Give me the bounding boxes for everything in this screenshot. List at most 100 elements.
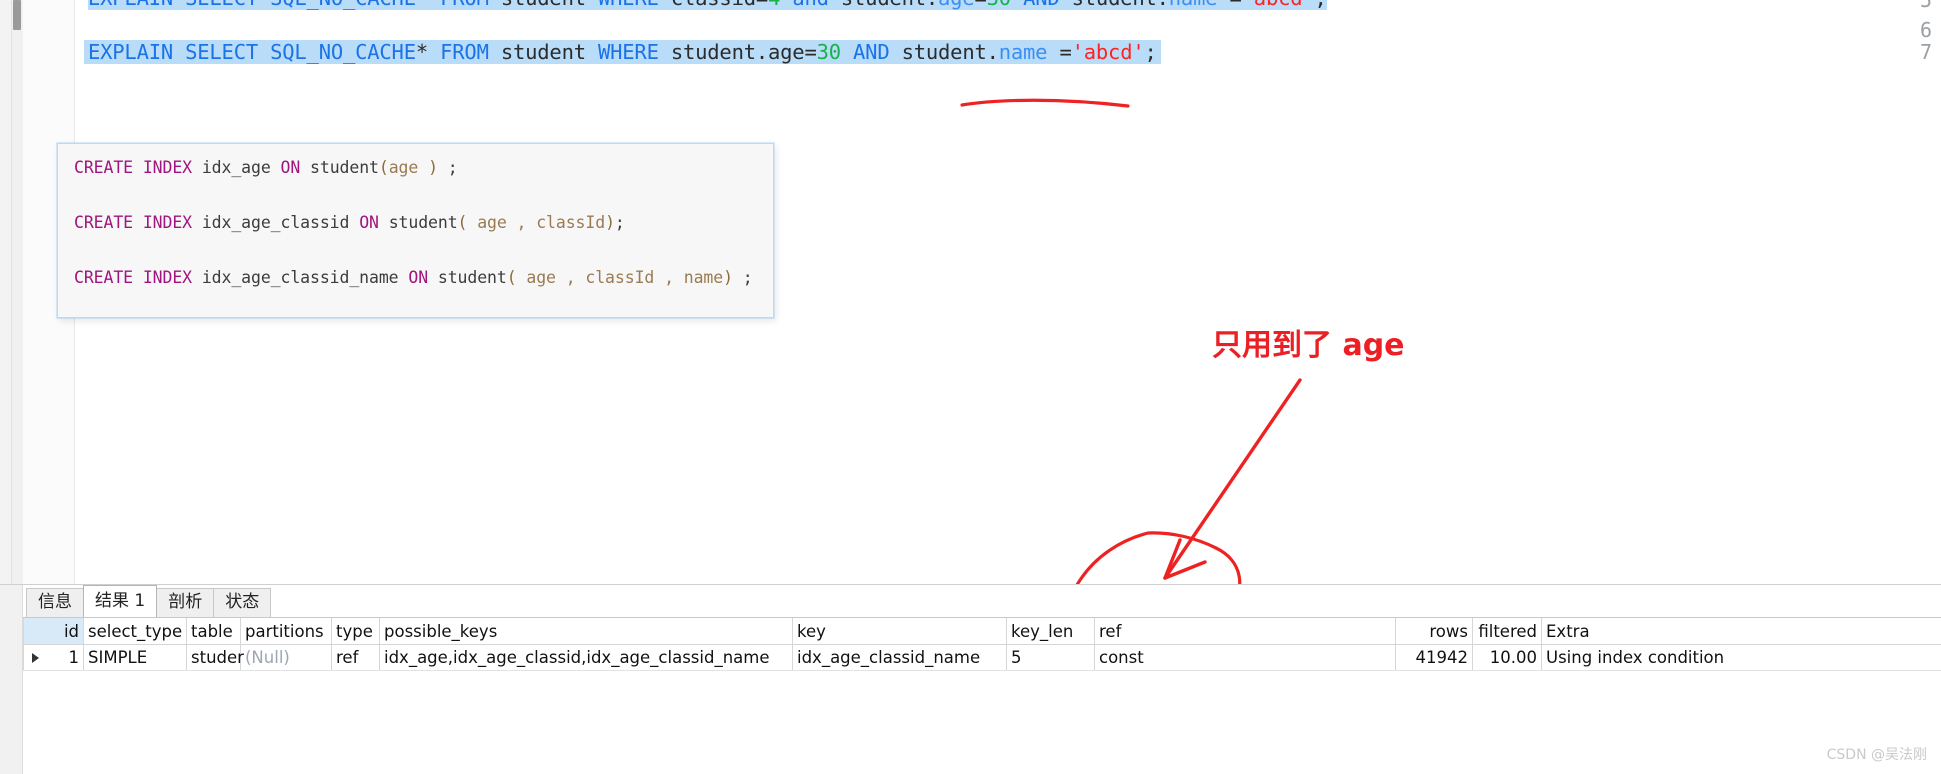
sql-token: ): [605, 213, 615, 232]
create-index-statement-1: CREATE INDEX idx_age ON student(age ) ;: [74, 158, 458, 177]
line-number-5: 5: [1886, 0, 1932, 12]
create-index-statement-2: CREATE INDEX idx_age_classid ON student(…: [74, 213, 625, 232]
sql-token: idx_age: [202, 158, 281, 177]
column-header-key[interactable]: key: [793, 618, 1007, 644]
cell-possible_keys[interactable]: idx_age,idx_age_classid,idx_age_classid_…: [380, 645, 793, 670]
cell-ref[interactable]: const: [1095, 645, 1396, 670]
code-token: EXPLAIN SELECT SQL_NO_CACHE: [88, 40, 416, 64]
code-token: name: [999, 40, 1060, 64]
results-tab-0[interactable]: 信息: [26, 588, 84, 617]
results-tab-3[interactable]: 状态: [213, 588, 271, 617]
column-header-key_len[interactable]: key_len: [1007, 618, 1095, 644]
code-token: ;: [1315, 0, 1327, 10]
results-tab-1[interactable]: 结果 1: [83, 585, 157, 617]
sql-token: (: [507, 268, 527, 287]
code-token: 30: [987, 0, 1011, 10]
sql-token: ON: [281, 158, 311, 177]
watermark: CSDN @吴法刚: [1827, 744, 1927, 764]
results-tab-bar[interactable]: 信息结果 1剖析状态: [26, 587, 270, 617]
code-text-line-5: EXPLAIN SELECT SQL_NO_CACHE* FROM studen…: [88, 0, 1327, 10]
explain-result-grid[interactable]: idselect_typetablepartitionstypepossible…: [23, 617, 1941, 774]
column-header-rows[interactable]: rows: [1396, 618, 1473, 644]
sql-token: ;: [438, 158, 458, 177]
code-token: age: [768, 40, 804, 64]
code-token: =: [756, 0, 768, 10]
code-token: and: [780, 0, 841, 10]
cell-key[interactable]: idx_age_classid_name: [793, 645, 1007, 670]
code-token: *: [416, 40, 440, 64]
cell-rows[interactable]: 41942: [1396, 645, 1473, 670]
row-selector-cell[interactable]: [23, 645, 24, 670]
sql-token: age: [389, 158, 428, 177]
grid-header-row: idselect_typetablepartitionstypepossible…: [23, 618, 1941, 645]
column-header-type[interactable]: type: [332, 618, 380, 644]
sql-editor[interactable]: 5 EXPLAIN SELECT SQL_NO_CACHE* FROM stud…: [0, 0, 1941, 584]
results-tab-2[interactable]: 剖析: [156, 588, 214, 617]
code-token: student: [501, 0, 598, 10]
editor-scrollbar-track[interactable]: [12, 0, 23, 584]
code-token: student.: [841, 0, 938, 10]
null-value: (Null): [245, 648, 290, 667]
editor-line-5[interactable]: 5 EXPLAIN SELECT SQL_NO_CACHE* FROM stud…: [0, 0, 1941, 16]
sql-token: idx_age_classid: [202, 213, 359, 232]
grid-corner-cell: [23, 618, 24, 644]
cell-table[interactable]: studer: [187, 645, 241, 670]
code-token: =: [1059, 40, 1071, 64]
sql-token: student: [310, 158, 379, 177]
table-row[interactable]: 1SIMPLEstuder(Null)refidx_age,idx_age_cl…: [23, 645, 1941, 671]
create-index-panel: CREATE INDEX idx_age ON student(age ) ; …: [57, 143, 774, 318]
code-token: student: [501, 40, 598, 64]
sql-token: ;: [733, 268, 753, 287]
code-token: 'abcd': [1072, 40, 1145, 64]
line-number-6: 6: [1886, 18, 1932, 42]
results-sidebar: [0, 585, 23, 774]
code-token: =: [804, 40, 816, 64]
cell-filtered[interactable]: 10.00: [1473, 645, 1542, 670]
column-header-Extra[interactable]: Extra: [1542, 618, 1941, 644]
column-header-possible_keys[interactable]: possible_keys: [380, 618, 793, 644]
code-text-line-7: EXPLAIN SELECT SQL_NO_CACHE* FROM studen…: [84, 40, 1161, 64]
code-token: student.: [1072, 0, 1169, 10]
sql-token: age , classId: [477, 213, 605, 232]
code-token: *: [416, 0, 440, 10]
cell-partitions[interactable]: (Null): [241, 645, 332, 670]
cell-key_len[interactable]: 5: [1007, 645, 1095, 670]
code-token: age: [938, 0, 974, 10]
code-token: FROM: [440, 40, 501, 64]
sql-token: ON: [359, 213, 389, 232]
sql-token: ;: [615, 213, 625, 232]
sql-token: student: [389, 213, 458, 232]
code-token: student.: [902, 40, 999, 64]
sql-token: CREATE INDEX: [74, 268, 202, 287]
code-token: 4: [768, 0, 780, 10]
cell-type[interactable]: ref: [332, 645, 380, 670]
code-token: WHERE: [598, 0, 671, 10]
code-token: ;: [1144, 40, 1156, 64]
sql-token: ): [428, 158, 438, 177]
code-token: =: [1230, 0, 1242, 10]
code-token: EXPLAIN SELECT SQL_NO_CACHE: [88, 0, 416, 10]
code-token: 30: [817, 40, 841, 64]
line-number-7: 7: [1886, 40, 1932, 64]
code-token: AND: [841, 40, 902, 64]
cell-table-value: studer: [191, 648, 244, 667]
cell-Extra[interactable]: Using index condition: [1542, 645, 1941, 670]
results-pane: 信息结果 1剖析状态 idselect_typetablepartitionst…: [0, 584, 1941, 773]
column-header-select_type[interactable]: select_type: [84, 618, 187, 644]
cell-select_type[interactable]: SIMPLE: [84, 645, 187, 670]
sql-token: age , classId , name: [526, 268, 723, 287]
code-token: =: [974, 0, 986, 10]
code-token: classid: [671, 0, 756, 10]
code-token: student.: [671, 40, 768, 64]
code-token: FROM: [440, 0, 501, 10]
sql-token: ON: [408, 268, 438, 287]
column-header-id[interactable]: id: [24, 618, 84, 644]
column-header-partitions[interactable]: partitions: [241, 618, 332, 644]
sql-token: CREATE INDEX: [74, 213, 202, 232]
sql-token: (: [458, 213, 478, 232]
column-header-table[interactable]: table: [187, 618, 241, 644]
column-header-ref[interactable]: ref: [1095, 618, 1396, 644]
column-header-filtered[interactable]: filtered: [1473, 618, 1542, 644]
sql-token: CREATE INDEX: [74, 158, 202, 177]
code-token: WHERE: [598, 40, 671, 64]
